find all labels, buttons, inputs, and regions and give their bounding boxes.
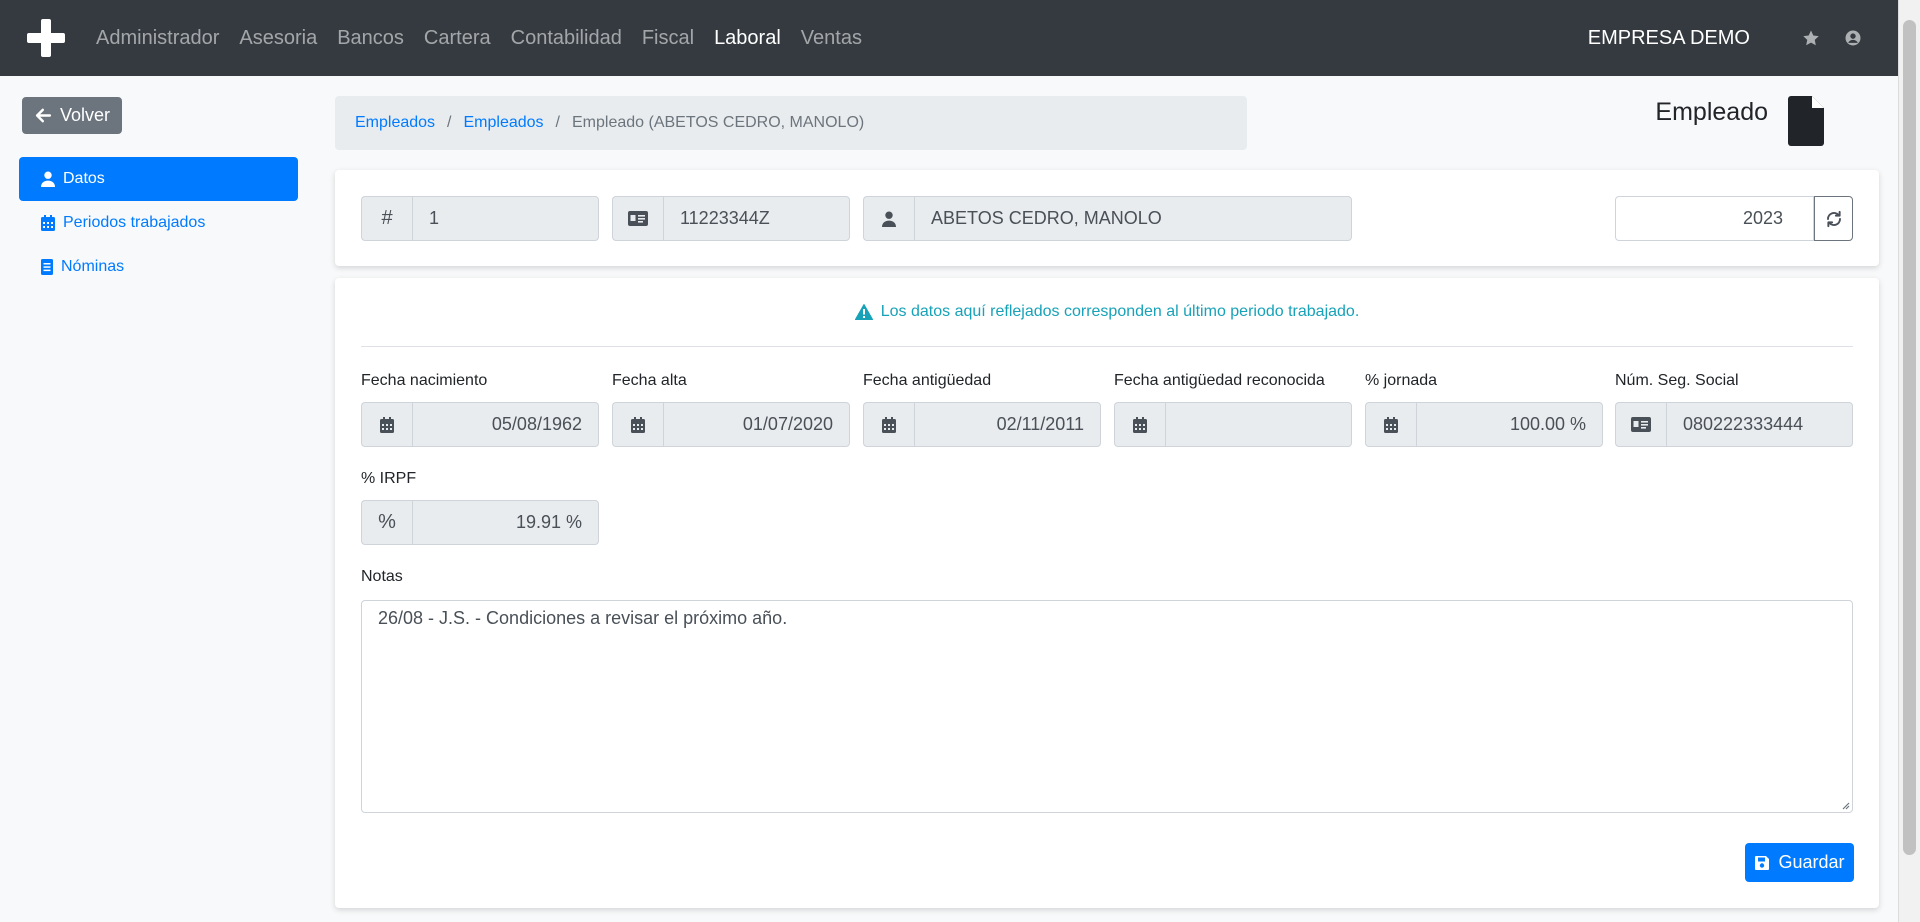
refresh-icon xyxy=(1826,210,1841,227)
breadcrumb-separator: / xyxy=(447,114,452,131)
nav-ventas[interactable]: Ventas xyxy=(791,0,872,76)
nav-bancos[interactable]: Bancos xyxy=(327,0,414,76)
notes-textarea[interactable]: 26/08 - J.S. - Condiciones a revisar el … xyxy=(361,600,1853,813)
employee-id-group: # 1 xyxy=(361,196,599,241)
document-icon xyxy=(41,259,53,275)
plus-icon xyxy=(27,19,65,57)
birth-date-field[interactable]: 05/08/1962 xyxy=(412,402,599,447)
nav-cartera[interactable]: Cartera xyxy=(414,0,501,76)
id-card-icon xyxy=(1615,402,1666,447)
nav-fiscal[interactable]: Fiscal xyxy=(632,0,704,76)
workday-pct-group: 100.00 % xyxy=(1365,402,1603,447)
sidebar-item-label: Periodos trabajados xyxy=(63,214,206,231)
arrow-left-icon xyxy=(35,108,52,123)
user-icon xyxy=(41,171,55,187)
sidebar-item-label: Datos xyxy=(63,170,105,187)
year-selector-group: 2023 xyxy=(1615,196,1853,241)
info-notice: Los datos aquí reflejados corresponden a… xyxy=(335,303,1879,321)
seniority-date-label: Fecha antigüedad xyxy=(863,372,992,389)
calendar-icon xyxy=(863,402,914,447)
hire-date-group: 01/07/2020 xyxy=(612,402,850,447)
id-card-icon xyxy=(612,196,663,241)
social-security-label: Núm. Seg. Social xyxy=(1615,372,1739,389)
sidebar-item-periodos[interactable]: Periodos trabajados xyxy=(19,201,298,245)
calendar-icon xyxy=(41,215,55,231)
social-security-field[interactable]: 080222333444 xyxy=(1666,402,1853,447)
recognized-seniority-field[interactable] xyxy=(1165,402,1352,447)
scrollbar-thumb[interactable] xyxy=(1903,20,1916,855)
nav-contabilidad[interactable]: Contabilidad xyxy=(501,0,632,76)
nav-asesoria[interactable]: Asesoria xyxy=(229,0,327,76)
seniority-date-field[interactable]: 02/11/2011 xyxy=(914,402,1101,447)
nav-administrador[interactable]: Administrador xyxy=(86,0,229,76)
breadcrumb: Empleados / Empleados / Empleado (ABETOS… xyxy=(335,96,1247,150)
calendar-icon xyxy=(361,402,412,447)
warning-icon xyxy=(854,304,873,320)
birth-date-label: Fecha nacimiento xyxy=(361,372,488,389)
sidebar-menu: Datos Periodos trabajados Nóminas xyxy=(19,157,298,289)
employee-id-field[interactable]: 1 xyxy=(412,196,599,241)
save-button-label: Guardar xyxy=(1778,852,1845,872)
employee-name-group: ABETOS CEDRO, MANOLO xyxy=(863,196,1352,241)
page-title: Empleado xyxy=(1655,98,1768,126)
employee-name-field[interactable]: ABETOS CEDRO, MANOLO xyxy=(914,196,1352,241)
percent-icon: % xyxy=(361,500,412,545)
year-input[interactable]: 2023 xyxy=(1615,196,1814,241)
file-icon xyxy=(1788,96,1824,146)
sidebar-item-datos[interactable]: Datos xyxy=(19,157,298,201)
star-icon[interactable] xyxy=(1800,27,1822,49)
calendar-icon xyxy=(1114,402,1165,447)
notes-text: 26/08 - J.S. - Condiciones a revisar el … xyxy=(378,608,788,628)
back-button-label: Volver xyxy=(60,105,111,125)
page-heading: Empleado xyxy=(1655,96,1824,146)
hire-date-field[interactable]: 01/07/2020 xyxy=(663,402,850,447)
divider xyxy=(361,346,1853,347)
sidebar-item-nominas[interactable]: Nóminas xyxy=(19,245,298,289)
workday-pct-field[interactable]: 100.00 % xyxy=(1416,402,1603,447)
workday-pct-label: % jornada xyxy=(1365,372,1438,389)
user-circle-icon[interactable] xyxy=(1842,27,1864,49)
notice-text: Los datos aquí reflejados corresponden a… xyxy=(880,303,1360,320)
save-button[interactable]: Guardar xyxy=(1745,843,1854,882)
hash-icon: # xyxy=(361,196,412,241)
calendar-icon xyxy=(612,402,663,447)
irpf-group: % 19.91 % xyxy=(361,500,599,545)
navbar-right: EMPRESA DEMO xyxy=(1588,0,1898,76)
birth-date-group: 05/08/1962 xyxy=(361,402,599,447)
back-button[interactable]: Volver xyxy=(22,97,123,134)
employee-nif-group: 11223344Z xyxy=(612,196,850,241)
irpf-label: % IRPF xyxy=(361,470,417,487)
home-logo[interactable] xyxy=(0,0,86,76)
employee-nif-field[interactable]: 11223344Z xyxy=(663,196,850,241)
sidebar: Volver Datos Periodos trabajados Nóminas xyxy=(19,97,298,289)
resize-grip-icon[interactable] xyxy=(1840,800,1850,810)
top-navbar: Administrador Asesoria Bancos Cartera Co… xyxy=(0,0,1898,76)
recognized-seniority-group xyxy=(1114,402,1352,447)
social-security-group: 080222333444 xyxy=(1615,402,1853,447)
nav-laboral[interactable]: Laboral xyxy=(704,0,791,76)
seniority-date-group: 02/11/2011 xyxy=(863,402,1101,447)
user-icon xyxy=(863,196,914,241)
refresh-button[interactable] xyxy=(1814,196,1853,241)
hire-date-label: Fecha alta xyxy=(612,372,687,389)
breadcrumb-empleados-2[interactable]: Empleados xyxy=(464,114,544,132)
save-icon xyxy=(1755,855,1770,870)
recognized-seniority-label: Fecha antigüedad reconocida xyxy=(1114,372,1325,389)
employee-data-card: Los datos aquí reflejados corresponden a… xyxy=(335,278,1879,908)
breadcrumb-current: Empleado (ABETOS CEDRO, MANOLO) xyxy=(572,114,865,131)
calendar-icon xyxy=(1365,402,1416,447)
sidebar-item-label: Nóminas xyxy=(61,258,125,275)
employee-header-card: # 1 11223344Z ABETOS CEDRO, MANOLO 2023 xyxy=(335,170,1879,266)
irpf-field[interactable]: 19.91 % xyxy=(412,500,599,545)
notes-label: Notas xyxy=(361,568,403,585)
company-name[interactable]: EMPRESA DEMO xyxy=(1588,27,1750,50)
page-scrollbar[interactable] xyxy=(1898,0,1920,922)
breadcrumb-empleados-1[interactable]: Empleados xyxy=(355,114,435,132)
main-nav: Administrador Asesoria Bancos Cartera Co… xyxy=(86,0,872,76)
breadcrumb-separator: / xyxy=(555,114,560,131)
